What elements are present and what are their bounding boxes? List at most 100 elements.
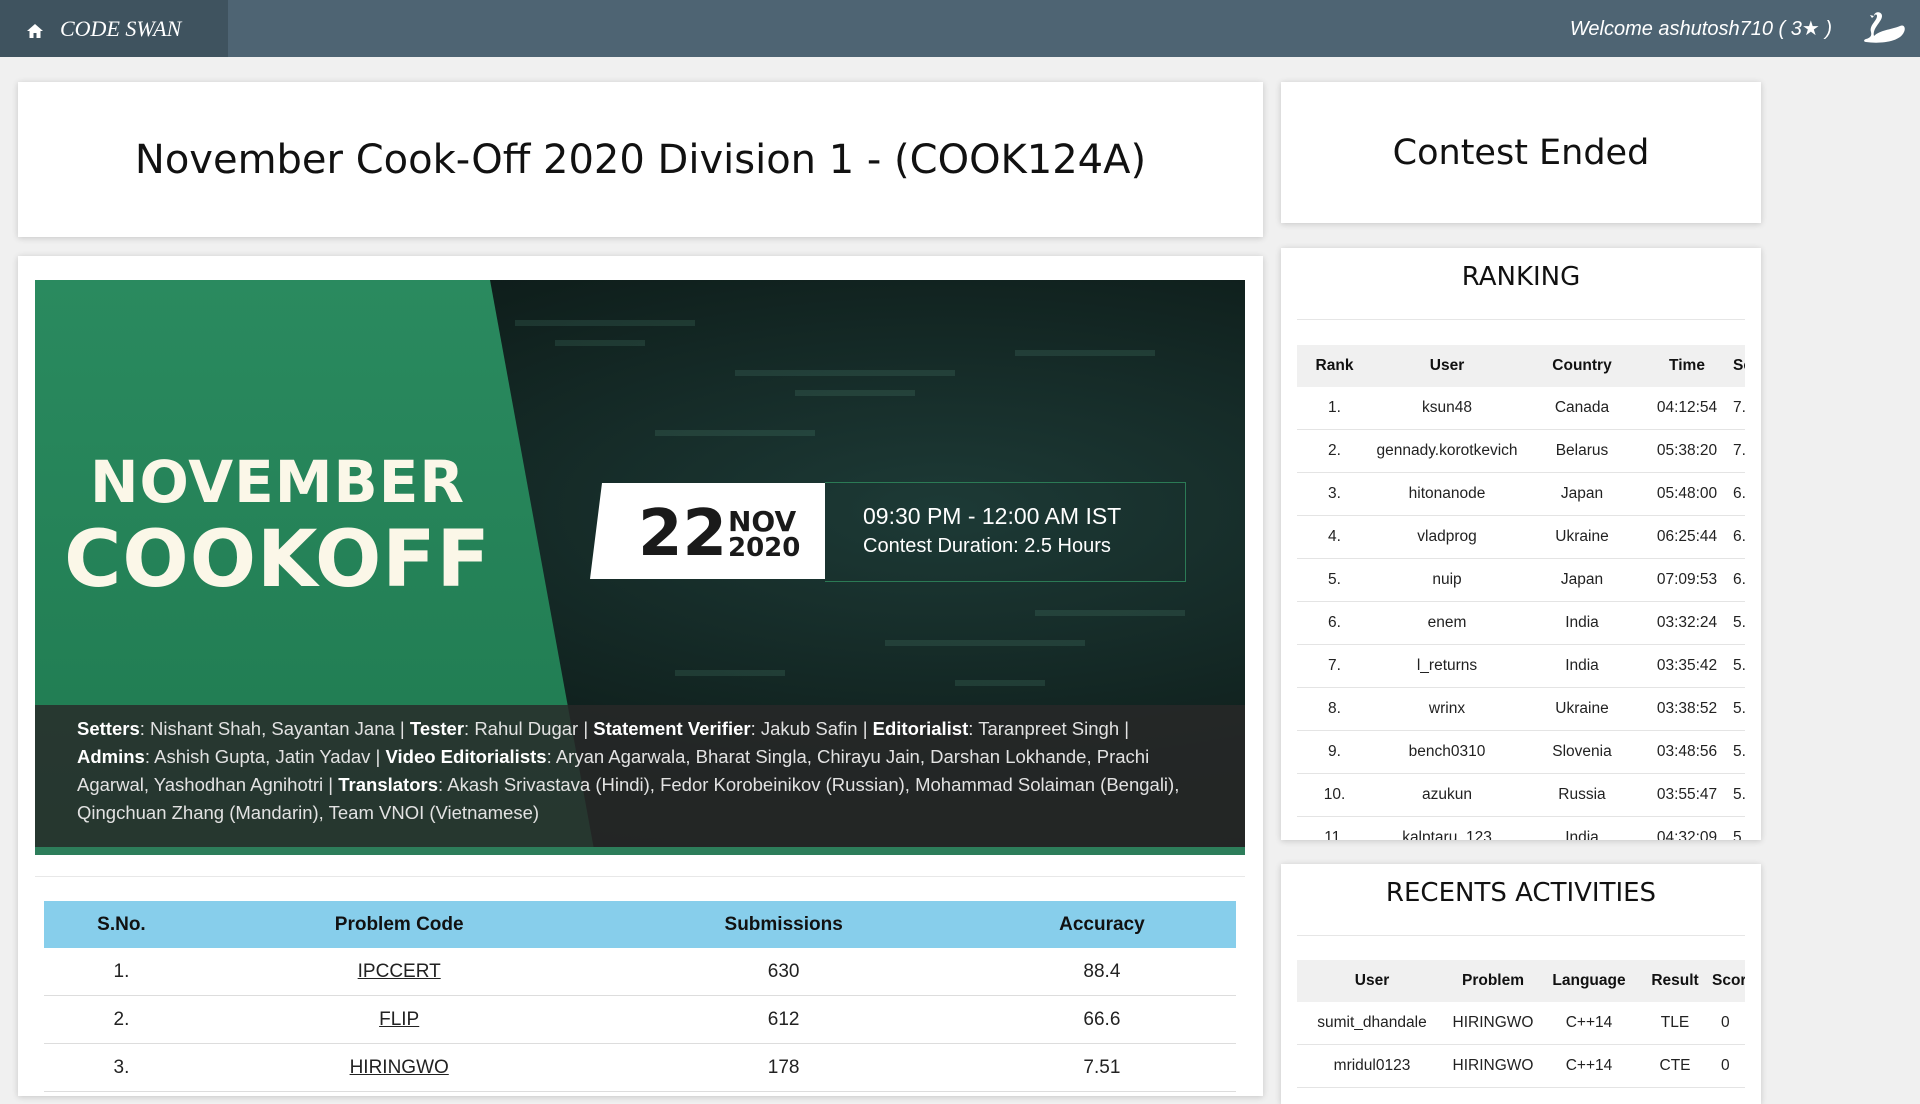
rank-user[interactable]: enem	[1372, 601, 1522, 645]
recent-header-row: User Problem Language Result Scor	[1297, 960, 1745, 1002]
divider	[1297, 319, 1745, 320]
col-score: Scor	[1711, 960, 1745, 1002]
rank-cell: 4.	[1297, 515, 1372, 559]
col-result: Result	[1639, 960, 1711, 1002]
table-row: 3.hitonanodeJapan05:48:006.0	[1297, 472, 1745, 516]
rank-time: 04:32:09	[1642, 816, 1732, 840]
rank-time: 04:12:54	[1642, 387, 1732, 430]
banner-time: 09:30 PM - 12:00 AM IST	[863, 503, 1122, 529]
rank-user[interactable]: bench0310	[1372, 730, 1522, 774]
rank-score: 5.0	[1732, 644, 1745, 688]
credit-role: Editorialist	[872, 718, 969, 739]
rank-user[interactable]: wrinx	[1372, 687, 1522, 731]
banner-line-cookoff: COOKOFF	[64, 515, 491, 605]
activity-result: CTE	[1639, 1044, 1711, 1088]
rank-user[interactable]: kalptaru_123	[1372, 816, 1522, 840]
problem-sno: 1.	[44, 948, 199, 996]
table-row: 3. HIRINGWO 178 7.51	[44, 1043, 1236, 1092]
welcome-user-text[interactable]: Welcome ashutosh710 ( 3★ )	[1570, 0, 1832, 57]
activity-problem[interactable]: HIRINGWO	[1447, 1002, 1539, 1045]
swan-logo-icon[interactable]	[1860, 10, 1908, 48]
rank-country: India	[1522, 816, 1642, 840]
problem-code-cell: IPCCERT	[198, 948, 600, 996]
rank-cell: 5.	[1297, 558, 1372, 602]
col-submissions: Submissions	[599, 901, 968, 948]
table-row: 5.nuipJapan07:09:536.0	[1297, 558, 1745, 602]
table-row: sumit_dhandale HIRINGWO C++14 TLE 0	[1297, 1002, 1745, 1045]
activity-language: C++14	[1539, 1002, 1639, 1045]
problem-code-link[interactable]: HIRINGWO	[350, 1057, 449, 1078]
rank-user[interactable]: nuip	[1372, 558, 1522, 602]
divider	[1297, 935, 1745, 936]
rank-score: 7.0	[1732, 387, 1745, 430]
problems-header-row: S.No. Problem Code Submissions Accuracy	[44, 901, 1236, 948]
problem-sno: 3.	[44, 1043, 199, 1092]
rank-user[interactable]: hitonanode	[1372, 472, 1522, 516]
table-row: 2. FLIP 612 66.6	[44, 995, 1236, 1044]
banner-duration: Contest Duration: 2.5 Hours	[863, 535, 1111, 557]
rank-user[interactable]: vladprog	[1372, 515, 1522, 559]
ranking-card: RANKING Rank User Country Time Sc 1.ksun…	[1281, 248, 1761, 840]
top-navbar: CODE SWAN Welcome ashutosh710 ( 3★ )	[0, 0, 1920, 57]
credit-role: Video Editorialists	[385, 746, 547, 767]
banner-time-box: 09:30 PM - 12:00 AM IST Contest Duration…	[825, 482, 1186, 582]
col-score: Sc	[1732, 345, 1745, 387]
activity-problem[interactable]: HIRINGWO	[1447, 1044, 1539, 1088]
problems-table: S.No. Problem Code Submissions Accuracy …	[44, 901, 1236, 1092]
rank-country: Slovenia	[1522, 730, 1642, 774]
table-row: 6.enemIndia03:32:245.0	[1297, 601, 1745, 645]
rank-user[interactable]: gennady.korotkevich	[1372, 429, 1522, 473]
banner-year: 2020	[728, 533, 801, 563]
rank-score: 5.0	[1732, 601, 1745, 645]
rank-time: 03:32:24	[1642, 601, 1732, 645]
rank-cell: 8.	[1297, 687, 1372, 731]
col-problem: Problem	[1447, 960, 1539, 1002]
problem-code-cell: HIRINGWO	[198, 1043, 600, 1092]
col-problem-code: Problem Code	[198, 901, 600, 948]
credit-role: Tester	[409, 718, 465, 739]
rank-score: 5.0	[1732, 730, 1745, 774]
credit-role: Setters	[77, 718, 140, 739]
contest-main-card: NOVEMBER COOKOFF 22 NOV 2020 09:30 PM - …	[18, 256, 1263, 1096]
credit-role: Statement Verifier	[593, 718, 751, 739]
rank-cell: 2.	[1297, 429, 1372, 473]
table-row: 9.bench0310Slovenia03:48:565.0	[1297, 730, 1745, 774]
rank-cell: 10.	[1297, 773, 1372, 817]
rank-country: Canada	[1522, 387, 1642, 430]
rank-time: 03:38:52	[1642, 687, 1732, 731]
banner-credits: Setters: Nishant Shah, Sayantan Jana | T…	[35, 705, 1245, 855]
problem-sno: 2.	[44, 995, 199, 1044]
rank-time: 05:38:20	[1642, 429, 1732, 473]
ranking-table-scroll[interactable]: Rank User Country Time Sc 1.ksun48Canada…	[1297, 345, 1745, 840]
activity-user[interactable]: mridul0123	[1297, 1044, 1447, 1088]
rank-score: 5.0	[1732, 687, 1745, 731]
recent-table-scroll[interactable]: User Problem Language Result Scor sumit_…	[1297, 960, 1745, 1100]
rank-user[interactable]: ksun48	[1372, 387, 1522, 430]
recent-table: User Problem Language Result Scor sumit_…	[1297, 960, 1745, 1088]
rank-user[interactable]: l_returns	[1372, 644, 1522, 688]
col-country: Country	[1522, 345, 1642, 387]
rank-time: 03:55:47	[1642, 773, 1732, 817]
table-row: 2.gennady.korotkevichBelarus05:38:207.0	[1297, 429, 1745, 473]
rank-score: 5.0	[1732, 773, 1745, 817]
rank-cell: 6.	[1297, 601, 1372, 645]
activity-user[interactable]: sumit_dhandale	[1297, 1002, 1447, 1045]
rank-country: Russia	[1522, 773, 1642, 817]
credit-names: : Nishant Shah, Sayantan Jana |	[139, 718, 410, 739]
credit-names: : Rahul Dugar |	[464, 718, 594, 739]
problem-code-link[interactable]: IPCCERT	[358, 961, 441, 982]
rank-country: Japan	[1522, 472, 1642, 516]
rank-score: 6.0	[1732, 515, 1745, 559]
problem-code-link[interactable]: FLIP	[379, 1009, 419, 1030]
banner-date-box: 22 NOV 2020	[590, 483, 825, 579]
rank-cell: 7.	[1297, 644, 1372, 688]
rank-time: 03:48:56	[1642, 730, 1732, 774]
rank-user[interactable]: azukun	[1372, 773, 1522, 817]
brand-home-link[interactable]: CODE SWAN	[0, 0, 228, 57]
recent-activities-card: RECENTS ACTIVITIES User Problem Language…	[1281, 864, 1761, 1104]
activity-score: 0	[1711, 1002, 1745, 1045]
contest-banner: NOVEMBER COOKOFF 22 NOV 2020 09:30 PM - …	[35, 280, 1245, 855]
contest-status-card: Contest Ended	[1281, 82, 1761, 223]
activity-score: 0	[1711, 1044, 1745, 1088]
problem-code-cell: FLIP	[198, 995, 600, 1044]
